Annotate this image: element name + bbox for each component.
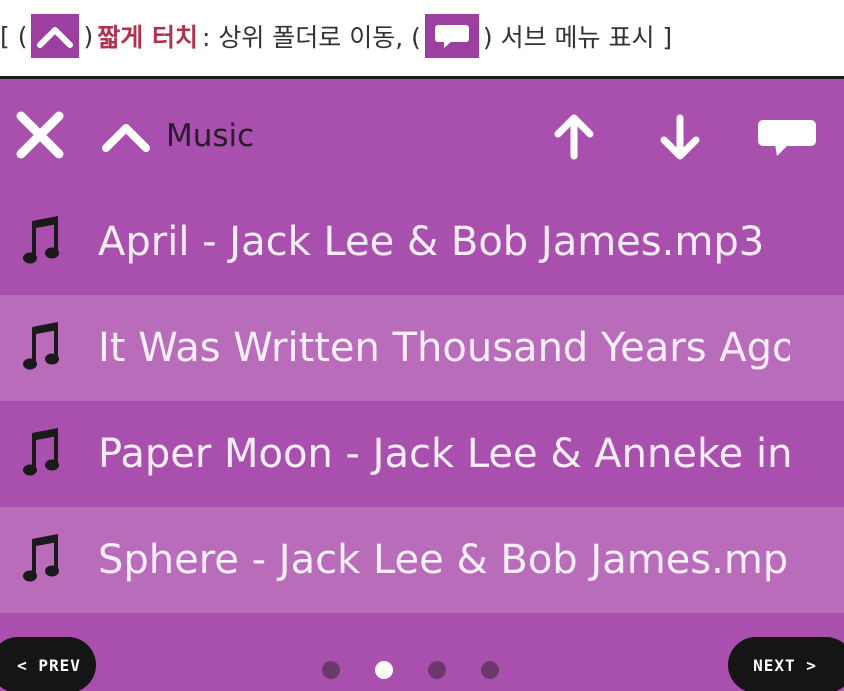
close-icon[interactable] (12, 107, 68, 163)
caption-open: [ ( (0, 21, 28, 51)
caption-close-paren: ) (83, 21, 94, 51)
title-bar: Music (0, 79, 844, 189)
chevron-up-icon[interactable] (98, 117, 154, 157)
current-folder-name: Music (166, 118, 255, 154)
next-button[interactable]: NEXT > (728, 637, 844, 691)
music-note-icon (23, 534, 59, 582)
page-dot[interactable] (428, 661, 446, 679)
file-name: Paper Moon - Jack Lee & Anneke in (98, 431, 790, 477)
caption-speech-bubble-icon (424, 14, 479, 58)
speech-bubble-icon[interactable] (754, 115, 820, 161)
page-dot-active[interactable] (375, 661, 393, 679)
music-note-icon (23, 322, 59, 370)
pager-bar: < PREV NEXT > (0, 613, 844, 691)
prev-button[interactable]: < PREV (0, 637, 96, 691)
file-row[interactable]: Sphere - Jack Lee & Bob James.mp3 (0, 507, 844, 613)
file-name: Sphere - Jack Lee & Bob James.mp3 (98, 537, 790, 583)
caption-highlight: 짧게 터치 (97, 23, 198, 52)
arrow-up-icon[interactable] (548, 109, 600, 165)
file-name: April - Jack Lee & Bob James.mp3 (98, 219, 765, 265)
music-note-icon (23, 428, 59, 476)
page-dot[interactable] (481, 661, 499, 679)
file-row[interactable]: April - Jack Lee & Bob James.mp3 (0, 189, 844, 295)
file-list: April - Jack Lee & Bob James.mp3 It Was … (0, 189, 844, 613)
file-name: It Was Written Thousand Years Ago (98, 325, 790, 371)
caption-chevron-up-icon (31, 14, 80, 58)
page-dot[interactable] (322, 661, 340, 679)
file-row[interactable]: Paper Moon - Jack Lee & Anneke in (0, 401, 844, 507)
arrow-down-icon[interactable] (654, 109, 706, 165)
instruction-caption: [ ( ) 짧게 터치 : 상위 폴더로 이동, ( ) 서브 메뉴 표시 ] (0, 14, 844, 58)
caption-text-2: ) 서브 메뉴 표시 ] (482, 23, 673, 52)
music-note-icon (23, 216, 59, 264)
file-browser-screen: Music April - Jack Lee & Bob James.mp3 I… (0, 79, 844, 691)
caption-text-1: : 상위 폴더로 이동, ( (201, 23, 421, 52)
file-row[interactable]: It Was Written Thousand Years Ago (0, 295, 844, 401)
page-indicator (322, 661, 499, 679)
